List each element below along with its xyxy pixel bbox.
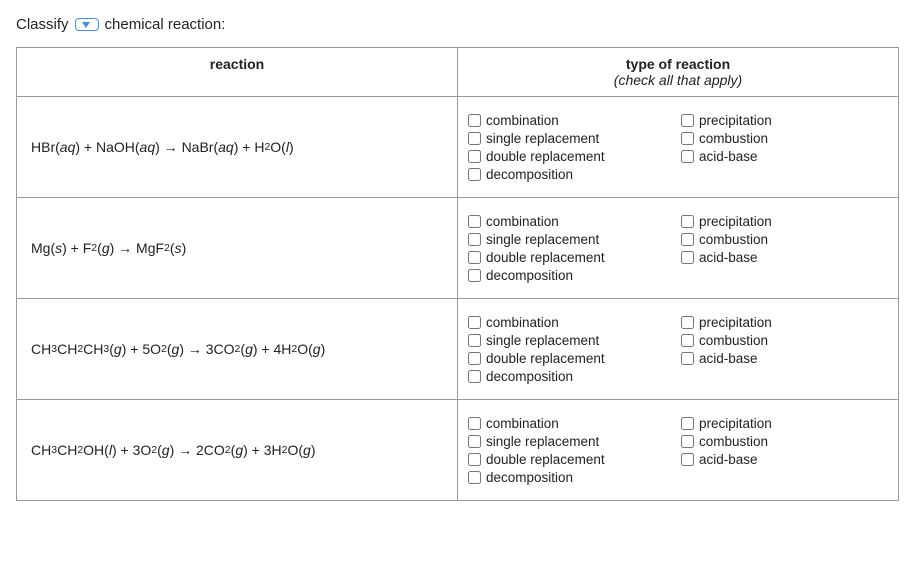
checkbox-double-replacement-4[interactable]: double replacement <box>468 452 675 467</box>
checkbox-decomposition-1-input[interactable] <box>468 168 481 181</box>
checkbox-precipitation-4-input[interactable] <box>681 417 694 430</box>
checkbox-acid-base-1-input[interactable] <box>681 150 694 163</box>
table-row: CH3CH2OH(l) + 3O2(g) → 2CO2(g) + 3H2O(g)… <box>17 400 899 501</box>
type-options-2: combination precipitation single replace… <box>458 198 898 298</box>
checkbox-combustion-4[interactable]: combustion <box>681 434 888 449</box>
checkbox-decomposition-2-input[interactable] <box>468 269 481 282</box>
checkbox-combination-4[interactable]: combination <box>468 416 675 431</box>
checkbox-combination-1-input[interactable] <box>468 114 481 127</box>
checkbox-double-replacement-3-input[interactable] <box>468 352 481 365</box>
reaction-formula-3: CH3CH2CH3(g) + 5O2(g) → 3CO2(g) + 4H2O(g… <box>17 299 457 399</box>
checkbox-precipitation-2[interactable]: precipitation <box>681 214 888 229</box>
type-options-4: combination precipitation single replace… <box>458 400 898 500</box>
checkbox-combination-1[interactable]: combination <box>468 113 675 128</box>
checkbox-single-replacement-2-input[interactable] <box>468 233 481 246</box>
reaction-table: reaction type of reaction (check all tha… <box>16 47 899 501</box>
table-row: Mg(s) + F2(g) → MgF2(s) combination prec… <box>17 198 899 299</box>
checkbox-acid-base-2[interactable]: acid-base <box>681 250 888 265</box>
checkbox-precipitation-2-input[interactable] <box>681 215 694 228</box>
checkbox-single-replacement-1[interactable]: single replacement <box>468 131 675 146</box>
checkbox-precipitation-1-input[interactable] <box>681 114 694 127</box>
checkbox-combustion-4-input[interactable] <box>681 435 694 448</box>
checkbox-decomposition-3[interactable]: decomposition <box>468 369 675 384</box>
col-reaction-header: reaction <box>17 48 458 97</box>
checkbox-combustion-1-input[interactable] <box>681 132 694 145</box>
reaction-formula-1: HBr(aq) + NaOH(aq) → NaBr(aq) + H2O(l) <box>17 97 457 197</box>
checkbox-combustion-1[interactable]: combustion <box>681 131 888 146</box>
classify-dropdown[interactable] <box>75 18 99 31</box>
checkbox-acid-base-1[interactable]: acid-base <box>681 149 888 164</box>
checkbox-combustion-2-input[interactable] <box>681 233 694 246</box>
checkbox-precipitation-4[interactable]: precipitation <box>681 416 888 431</box>
checkbox-single-replacement-4-input[interactable] <box>468 435 481 448</box>
checkbox-double-replacement-2-input[interactable] <box>468 251 481 264</box>
type-options-1: combination precipitation single replace… <box>458 97 898 197</box>
checkbox-combustion-2[interactable]: combustion <box>681 232 888 247</box>
checkbox-single-replacement-3[interactable]: single replacement <box>468 333 675 348</box>
checkbox-precipitation-1[interactable]: precipitation <box>681 113 888 128</box>
classify-label: Classify <box>16 16 69 33</box>
checkbox-double-replacement-4-input[interactable] <box>468 453 481 466</box>
checkbox-combination-2-input[interactable] <box>468 215 481 228</box>
checkbox-single-replacement-2[interactable]: single replacement <box>468 232 675 247</box>
checkbox-precipitation-3[interactable]: precipitation <box>681 315 888 330</box>
checkbox-acid-base-2-input[interactable] <box>681 251 694 264</box>
checkbox-single-replacement-1-input[interactable] <box>468 132 481 145</box>
checkbox-combination-3-input[interactable] <box>468 316 481 329</box>
checkbox-single-replacement-4[interactable]: single replacement <box>468 434 675 449</box>
table-row: CH3CH2CH3(g) + 5O2(g) → 3CO2(g) + 4H2O(g… <box>17 299 899 400</box>
checkbox-acid-base-4[interactable]: acid-base <box>681 452 888 467</box>
checkbox-precipitation-3-input[interactable] <box>681 316 694 329</box>
reaction-formula-4: CH3CH2OH(l) + 3O2(g) → 2CO2(g) + 3H2O(g) <box>17 400 457 500</box>
checkbox-single-replacement-3-input[interactable] <box>468 334 481 347</box>
checkbox-combination-3[interactable]: combination <box>468 315 675 330</box>
checkbox-double-replacement-2[interactable]: double replacement <box>468 250 675 265</box>
checkbox-decomposition-2[interactable]: decomposition <box>468 268 675 283</box>
table-row: HBr(aq) + NaOH(aq) → NaBr(aq) + H2O(l) c… <box>17 97 899 198</box>
type-options-3: combination precipitation single replace… <box>458 299 898 399</box>
header-text: chemical reaction: <box>105 16 226 33</box>
col-type-header: type of reaction (check all that apply) <box>458 48 899 97</box>
checkbox-combustion-3-input[interactable] <box>681 334 694 347</box>
checkbox-acid-base-4-input[interactable] <box>681 453 694 466</box>
checkbox-decomposition-4[interactable]: decomposition <box>468 470 675 485</box>
checkbox-decomposition-3-input[interactable] <box>468 370 481 383</box>
checkbox-double-replacement-1[interactable]: double replacement <box>468 149 675 164</box>
checkbox-double-replacement-3[interactable]: double replacement <box>468 351 675 366</box>
checkbox-combination-4-input[interactable] <box>468 417 481 430</box>
page-header: Classify chemical reaction: <box>16 16 899 33</box>
reaction-formula-2: Mg(s) + F2(g) → MgF2(s) <box>17 198 457 298</box>
checkbox-double-replacement-1-input[interactable] <box>468 150 481 163</box>
checkbox-acid-base-3-input[interactable] <box>681 352 694 365</box>
checkbox-combination-2[interactable]: combination <box>468 214 675 229</box>
checkbox-decomposition-1[interactable]: decomposition <box>468 167 675 182</box>
checkbox-decomposition-4-input[interactable] <box>468 471 481 484</box>
checkbox-acid-base-3[interactable]: acid-base <box>681 351 888 366</box>
chevron-down-icon <box>82 22 90 28</box>
checkbox-combustion-3[interactable]: combustion <box>681 333 888 348</box>
